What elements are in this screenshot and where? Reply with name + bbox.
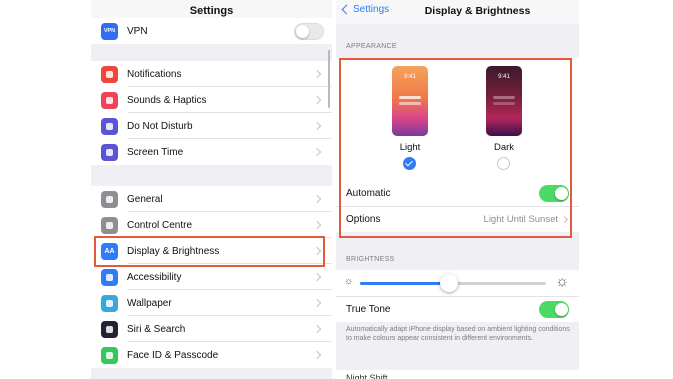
sun-large-icon: ☼ xyxy=(555,273,569,290)
true-tone-toggle[interactable] xyxy=(539,301,569,318)
moon-icon xyxy=(101,117,118,135)
scrollbar[interactable] xyxy=(328,50,330,108)
settings-item-label: Screen Time xyxy=(127,146,184,158)
settings-item-face-id-passcode[interactable]: Face ID & Passcode xyxy=(91,342,332,368)
wallpaper-icon xyxy=(101,294,118,312)
settings-item-accessibility[interactable]: Accessibility xyxy=(91,264,332,290)
chevron-right-icon xyxy=(312,272,322,282)
sounds-icon xyxy=(101,91,118,109)
sun-small-icon: ☼ xyxy=(344,276,354,287)
display-brightness-highlight xyxy=(94,236,325,267)
settings-item-label: Siri & Search xyxy=(127,323,186,335)
settings-item-label: Face ID & Passcode xyxy=(127,349,219,361)
settings-item-label: VPN xyxy=(127,25,148,37)
notifications-icon xyxy=(101,65,118,83)
settings-item-wallpaper[interactable]: Wallpaper xyxy=(91,290,332,316)
chevron-right-icon xyxy=(312,298,322,308)
page-title: Display & Brightness xyxy=(424,5,531,17)
hourglass-icon xyxy=(101,143,118,161)
brightness-row: ☼ ☼ xyxy=(336,270,579,296)
true-tone-description: Automatically adapt iPhone display based… xyxy=(346,326,570,342)
vpn-toggle[interactable] xyxy=(294,22,324,40)
chevron-right-icon xyxy=(312,220,322,230)
night-shift-row[interactable]: Night Shift xyxy=(336,370,579,379)
accessibility-icon xyxy=(101,268,118,286)
true-tone-label: True Tone xyxy=(346,304,391,315)
settings-pane: Settings VPN VPN Notifications Sounds & H… xyxy=(91,0,332,379)
settings-item-label: General xyxy=(127,193,163,205)
chevron-right-icon xyxy=(312,147,322,157)
true-tone-row: True Tone xyxy=(336,296,579,322)
chevron-right-icon xyxy=(312,350,322,360)
brightness-slider-fill xyxy=(360,282,450,285)
settings-item-siri-search[interactable]: Siri & Search xyxy=(91,316,332,342)
settings-item-control-centre[interactable]: Control Centre xyxy=(91,212,332,238)
control-centre-icon xyxy=(101,216,118,234)
siri-icon xyxy=(101,320,118,338)
gear-icon xyxy=(101,190,118,208)
navigation-bar: Settings Display & Brightness xyxy=(336,0,579,24)
settings-item-label: Accessibility xyxy=(127,271,182,283)
settings-item-sounds-haptics[interactable]: Sounds & Haptics xyxy=(91,87,332,113)
chevron-right-icon xyxy=(312,121,322,131)
brightness-header: BRIGHTNESS xyxy=(346,256,395,263)
chevron-right-icon xyxy=(312,324,322,334)
brightness-slider-knob[interactable] xyxy=(440,274,459,292)
settings-item-label: Control Centre xyxy=(127,219,193,231)
settings-item-vpn[interactable]: VPN VPN xyxy=(91,18,332,44)
chevron-right-icon xyxy=(312,194,322,204)
settings-item-do-not-disturb[interactable]: Do Not Disturb xyxy=(91,113,332,139)
settings-item-label: Sounds & Haptics xyxy=(127,94,207,106)
settings-item-screen-time[interactable]: Screen Time xyxy=(91,139,332,165)
settings-item-notifications[interactable]: Notifications xyxy=(91,61,332,87)
settings-item-general[interactable]: General xyxy=(91,186,332,212)
settings-item-label: Wallpaper xyxy=(127,297,172,309)
vpn-icon: VPN xyxy=(101,22,118,40)
appearance-header: APPEARANCE xyxy=(346,43,397,50)
chevron-right-icon xyxy=(312,69,322,79)
settings-item-label: Do Not Disturb xyxy=(127,120,193,132)
chevron-right-icon xyxy=(312,95,322,105)
settings-item-label: Notifications xyxy=(127,68,182,80)
appearance-highlight xyxy=(339,58,572,238)
face-id-icon xyxy=(101,346,118,364)
